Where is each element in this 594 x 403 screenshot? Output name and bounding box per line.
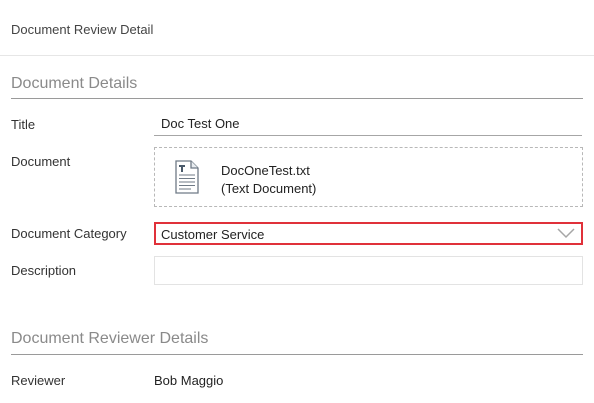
document-file-type: (Text Document) (221, 181, 317, 196)
text-document-icon (175, 160, 199, 194)
description-input[interactable] (154, 256, 583, 285)
reviewer-value: Bob Maggio (154, 373, 224, 388)
title-label: Title (11, 117, 36, 132)
section-divider (11, 354, 583, 355)
title-field[interactable]: Doc Test One (154, 110, 582, 136)
chevron-down-icon (557, 228, 575, 239)
category-selected-value: Customer Service (161, 227, 265, 242)
category-label: Document Category (11, 226, 127, 241)
document-attachment[interactable]: DocOneTest.txt (Text Document) (154, 147, 583, 207)
reviewer-label: Reviewer (11, 373, 66, 388)
header-bar: Document Review Detail (0, 0, 594, 56)
title-value: Doc Test One (161, 116, 240, 131)
description-label: Description (11, 263, 77, 278)
section-heading-document-details: Document Details (11, 75, 138, 92)
document-label: Document (11, 154, 71, 169)
section-divider (11, 98, 583, 99)
section-heading-reviewer-details: Document Reviewer Details (11, 330, 209, 347)
page-title: Document Review Detail (11, 22, 154, 37)
category-select[interactable]: Customer Service (154, 222, 583, 245)
document-file-name[interactable]: DocOneTest.txt (221, 163, 310, 178)
